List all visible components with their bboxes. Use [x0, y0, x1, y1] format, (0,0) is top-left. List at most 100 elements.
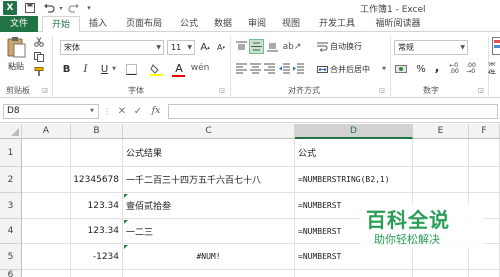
cell-a3[interactable] — [22, 193, 71, 219]
align-right-icon[interactable] — [263, 62, 276, 75]
cell-b6[interactable] — [71, 270, 123, 277]
cut-icon[interactable] — [33, 36, 45, 48]
customize-qat-icon[interactable]: ▾ — [85, 1, 93, 15]
font-name-select[interactable]: 宋体 ▼ — [60, 40, 164, 55]
cell-b2[interactable]: 12345678 — [71, 167, 123, 193]
cell-d1[interactable]: 公式 — [295, 139, 413, 167]
fill-color-icon[interactable] — [148, 62, 164, 76]
decrease-indent-icon[interactable] — [278, 62, 291, 75]
tab-home[interactable]: 开始 — [42, 16, 80, 33]
number-format-select[interactable]: 常规 ▼ — [394, 40, 468, 55]
row-header-4[interactable]: 4 — [0, 219, 22, 244]
row-header-1[interactable]: 1 — [0, 139, 22, 167]
cell-e1[interactable] — [413, 139, 469, 167]
cell-f6[interactable] — [469, 270, 500, 277]
chevron-down-icon[interactable]: ▼ — [381, 64, 387, 74]
paste-button[interactable]: 粘贴 — [3, 60, 29, 72]
cell-b3[interactable]: 123.34 — [71, 193, 123, 219]
merge-center-button[interactable]: 合并后居中 — [330, 63, 382, 75]
cell-f2[interactable] — [469, 167, 500, 193]
cell-a6[interactable] — [22, 270, 71, 277]
wrap-text-button[interactable]: 自动换行 — [330, 40, 380, 52]
orientation-icon[interactable]: ab↗ — [283, 40, 302, 53]
cell-c3[interactable]: 壹佰贰拾叁 — [123, 193, 295, 219]
column-header-b[interactable]: B — [71, 124, 123, 139]
row-header-3[interactable]: 3 — [0, 193, 22, 219]
font-size-select[interactable]: 11 ▼ — [167, 40, 195, 55]
format-painter-icon[interactable] — [33, 66, 45, 78]
font-color-icon[interactable]: A — [172, 61, 186, 75]
underline-button[interactable]: U — [98, 62, 111, 76]
italic-button[interactable]: I — [79, 62, 92, 76]
tab-view[interactable]: 视图 — [274, 16, 308, 32]
increase-font-icon[interactable]: A ▴ — [198, 41, 212, 54]
cell-c6[interactable] — [123, 270, 295, 277]
cell-a2[interactable] — [22, 167, 71, 193]
align-left-icon[interactable] — [235, 62, 248, 75]
enter-icon[interactable]: ✓ — [132, 105, 144, 117]
wrap-text-icon[interactable] — [316, 40, 328, 52]
comma-style-button[interactable]: , — [431, 60, 443, 74]
font-launcher-icon[interactable]: ◲ — [218, 86, 226, 94]
accounting-format-icon[interactable] — [394, 62, 410, 76]
chevron-down-icon[interactable]: ▼ — [111, 64, 117, 74]
alignment-launcher-icon[interactable]: ◲ — [378, 86, 386, 94]
cell-d2[interactable]: =NUMBERSTRING(B2,1) — [295, 167, 413, 193]
paste-icon[interactable] — [5, 36, 27, 58]
cell-e6[interactable] — [413, 270, 469, 277]
align-middle-icon[interactable] — [249, 39, 264, 54]
bold-button[interactable]: B — [60, 62, 73, 76]
row-header-6[interactable]: 6 — [0, 270, 22, 277]
cell-b1[interactable] — [71, 139, 123, 167]
cell-c5[interactable]: #NUM! — [123, 244, 295, 270]
cancel-icon[interactable]: ✕ — [116, 105, 128, 117]
name-box[interactable]: D8 — [3, 104, 99, 119]
undo-icon[interactable] — [42, 1, 56, 15]
align-center-icon[interactable] — [249, 62, 262, 75]
clipboard-launcher-icon[interactable]: ◲ — [41, 86, 49, 94]
increase-indent-icon[interactable] — [292, 62, 305, 75]
tab-page-layout[interactable]: 页面布局 — [116, 16, 172, 32]
column-header-c[interactable]: C — [123, 124, 295, 139]
conditional-format-button[interactable]: 条件 — [488, 62, 500, 74]
column-header-e[interactable]: E — [413, 124, 469, 139]
cell-f1[interactable] — [469, 139, 500, 167]
decrease-font-icon[interactable]: A ▾ — [214, 41, 228, 54]
column-header-f[interactable]: F — [469, 124, 500, 139]
tab-file[interactable]: 文件 — [0, 16, 38, 32]
chevron-down-icon[interactable]: ▼ — [88, 106, 96, 116]
cell-d6[interactable] — [295, 270, 413, 277]
tab-foxit-reader[interactable]: 福昕阅读器 — [366, 16, 430, 32]
select-all-corner[interactable] — [0, 124, 22, 139]
borders-icon[interactable] — [124, 62, 138, 76]
save-icon[interactable] — [24, 1, 36, 15]
undo-dropdown-icon[interactable]: ▾ — [58, 1, 64, 15]
insert-function-icon[interactable]: fx — [148, 105, 164, 117]
align-top-icon[interactable] — [235, 40, 248, 53]
cell-a5[interactable] — [22, 244, 71, 270]
formula-input[interactable] — [168, 104, 498, 119]
align-bottom-icon[interactable] — [266, 40, 279, 53]
tab-formulas[interactable]: 公式 — [172, 16, 206, 32]
tab-insert[interactable]: 插入 — [80, 16, 116, 32]
percent-style-button[interactable]: % — [414, 62, 428, 76]
phonetic-icon[interactable]: wén — [191, 61, 210, 75]
tab-data[interactable]: 数据 — [206, 16, 240, 32]
conditional-format-icon[interactable] — [491, 36, 500, 56]
cell-b5[interactable]: -1234 — [71, 244, 123, 270]
cell-a4[interactable] — [22, 219, 71, 244]
cell-e2[interactable] — [413, 167, 469, 193]
number-launcher-icon[interactable]: ◲ — [477, 86, 485, 94]
column-header-d[interactable]: D — [295, 124, 413, 139]
column-header-a[interactable]: A — [22, 124, 71, 139]
cell-b4[interactable]: 123.34 — [71, 219, 123, 244]
cell-c1[interactable]: 公式结果 — [123, 139, 295, 167]
redo-icon[interactable] — [67, 1, 81, 15]
increase-decimal-icon[interactable]: ←0.00 — [447, 62, 461, 76]
copy-icon[interactable] — [33, 51, 45, 63]
merge-center-icon[interactable] — [316, 63, 328, 75]
cell-c2[interactable]: 一千二百三十四万五千六百七十八 — [123, 167, 295, 193]
decrease-decimal-icon[interactable]: .00 →0 — [464, 62, 478, 76]
row-header-2[interactable]: 2 — [0, 167, 22, 193]
tab-review[interactable]: 审阅 — [240, 16, 274, 32]
